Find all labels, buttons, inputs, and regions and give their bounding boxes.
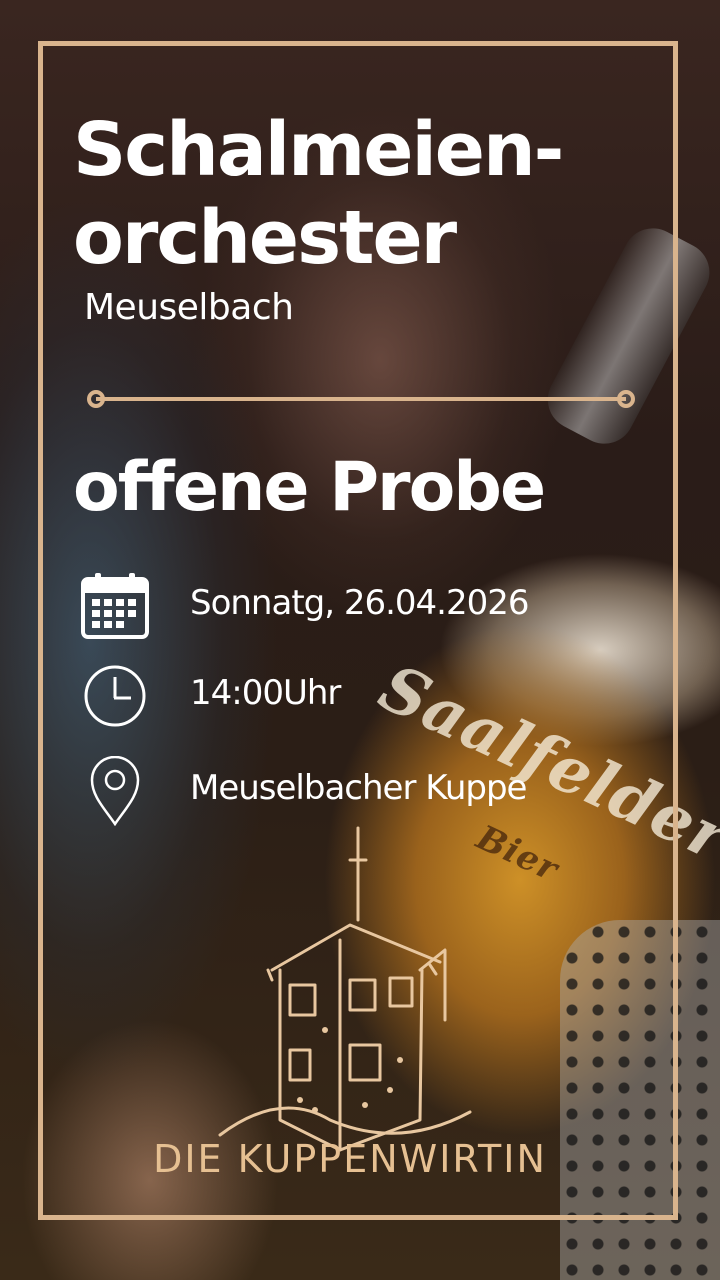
event-time: 14:00Uhr (190, 673, 341, 713)
time-row: 14:00Uhr (80, 661, 640, 731)
location-pin-icon (90, 756, 140, 826)
ornamental-divider (87, 390, 635, 408)
poster-title: Schalmeien- orchester (73, 106, 673, 282)
poster-title-text: Schalmeien- orchester (73, 107, 564, 281)
location-row: Meuselbacher Kuppe (80, 756, 640, 826)
poster-subtitle: Meuselbach (84, 287, 294, 328)
event-title: offene Probe (73, 448, 546, 527)
event-location: Meuselbacher Kuppe (190, 768, 527, 808)
calendar-icon (81, 573, 149, 639)
date-row: Sonnatg, 26.04.2026 (80, 571, 640, 641)
logo-text: DIE KUPPENWIRTIN (153, 1137, 547, 1181)
clock-icon (84, 665, 146, 727)
event-date: Sonnatg, 26.04.2026 (190, 583, 530, 623)
